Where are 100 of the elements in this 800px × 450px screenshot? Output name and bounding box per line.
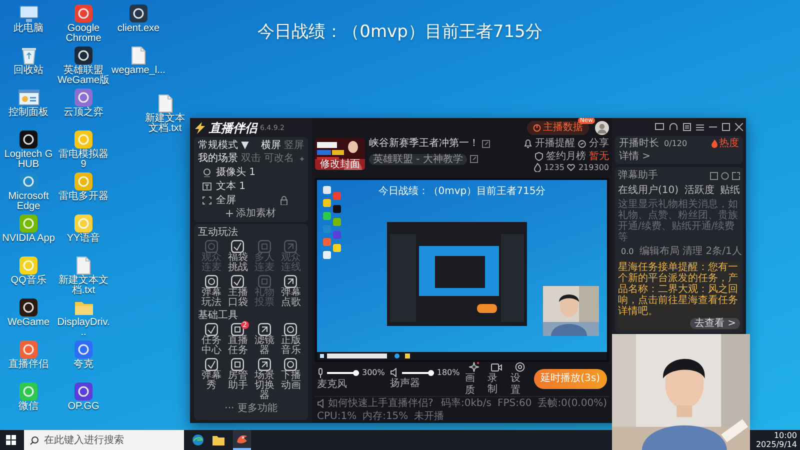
desktop-icon-label[interactable]: 雷电模拟器9 [56, 150, 111, 170]
app-icon [74, 4, 93, 23]
scene-tab[interactable]: 双击 [241, 153, 261, 164]
bird-icon[interactable] [236, 433, 248, 445]
desktop-icon-label[interactable]: 微信 [18, 402, 38, 412]
file-icon [76, 256, 91, 275]
square-icon [258, 240, 271, 253]
desktop-icon-label[interactable]: YY语音 [66, 234, 100, 244]
panel-tab[interactable]: 活跃度 [684, 184, 714, 196]
tool-button[interactable]: 房管助手 [224, 358, 251, 401]
note-icon[interactable] [683, 123, 691, 131]
plus-icon [226, 210, 233, 217]
desktop-icon-label[interactable]: QQ音乐 [10, 276, 46, 286]
tool-button[interactable]: 正版音乐 [278, 323, 304, 356]
edit-layout-button[interactable]: 编辑布局 [640, 246, 680, 258]
mode-dropdown[interactable]: 常规模式 ▼ [198, 140, 249, 151]
desktop-icon-label[interactable]: 此电脑 [14, 24, 44, 34]
toolbar-button[interactable]: 设置 [510, 362, 529, 396]
desktop-icon-label[interactable]: 云顶之弈 [64, 108, 104, 118]
speaker-icon [390, 368, 399, 378]
feature-button[interactable]: 弹幕点歌 [278, 275, 304, 308]
cover-label[interactable]: 修改封面 [315, 159, 365, 170]
feature-button[interactable]: 福袋挑战 [224, 240, 251, 273]
desktop-icon-label[interactable]: wegame_l... [112, 66, 166, 76]
heat-label: 热度 [719, 138, 739, 150]
app-icon [129, 4, 148, 23]
tool-button[interactable]: 场景切换器 [251, 358, 278, 401]
duration-value: 0/120 [664, 139, 688, 148]
square-icon [231, 240, 244, 253]
more-button[interactable]: ··· 更多功能 [198, 403, 304, 414]
desktop-icon-label[interactable]: client.exe [117, 24, 160, 34]
source-item[interactable]: 全屏 [216, 194, 236, 206]
avatar-icon[interactable] [595, 121, 609, 135]
toolbar-button[interactable]: 画质 [464, 362, 483, 396]
volume-reading: 180% [436, 368, 460, 378]
lock-icon[interactable] [280, 196, 288, 204]
desktop-icon-label[interactable]: 回收站 [14, 66, 44, 76]
app-icon [74, 340, 93, 359]
browser-icon[interactable] [192, 434, 204, 446]
desktop-icon-label[interactable]: Microsoft Edge [1, 192, 56, 212]
feature-button[interactable]: 弹幕玩法 [198, 275, 224, 308]
plus-icon[interactable] [300, 154, 304, 162]
volume-slider[interactable] [402, 372, 434, 374]
menu-icon[interactable] [696, 124, 704, 130]
volume-slider[interactable] [327, 372, 359, 374]
details-link[interactable]: 详情 > [619, 150, 651, 162]
view-button[interactable]: 去查看 > [690, 318, 740, 328]
toolbar-button[interactable]: 录制 [488, 362, 506, 396]
search-field[interactable]: 在此键入进行搜索 [24, 430, 184, 450]
remind-link[interactable]: 开播提醒 [535, 138, 575, 150]
panel-tab[interactable]: 在线用户(10) [618, 184, 679, 196]
scene-tab[interactable]: 可改名 [264, 153, 294, 164]
desktop-icon-label[interactable]: 新建文本文档.txt [141, 114, 189, 134]
edit-icon[interactable] [470, 155, 478, 164]
popout-icon[interactable] [732, 172, 740, 180]
desktop-icon-label[interactable]: 英雄联盟 WeGame版 [56, 66, 111, 86]
app-icon [19, 130, 38, 149]
microphone-icon [317, 368, 324, 378]
edit-icon[interactable] [482, 140, 490, 148]
tool-button[interactable]: 弹幕秀 [198, 358, 224, 401]
desktop-icon-label[interactable]: 直播伴侣 [8, 360, 48, 370]
desktop-icon-label[interactable]: Google Chrome [56, 24, 111, 44]
source-item[interactable]: 文本 1 [216, 180, 246, 192]
scene-tab[interactable]: 我的场景 [198, 153, 238, 164]
square-icon [284, 358, 298, 371]
desktop-icon-label[interactable]: 新建文本文档.txt [56, 276, 111, 296]
desktop-icon-label[interactable]: 雷电多开器 [58, 192, 108, 202]
desktop-icon-label[interactable]: NVIDIA App [2, 234, 55, 244]
desktop-icon-label[interactable]: WeGame [7, 318, 50, 328]
square-icon [231, 275, 244, 288]
task-message: 星海任务接单提醒：您有一个新的平台派发的任务，产品名称：二界大观：风之回响，点击前往星海查看任务详情吧。 [618, 262, 739, 316]
file-icon [158, 94, 172, 113]
add-source-button[interactable]: 添加素材 [226, 208, 276, 219]
tool-button[interactable]: 任务中心 [198, 323, 224, 356]
help-link[interactable]: 如何快速上手直播伴侣? [328, 398, 434, 410]
orientation-tab[interactable]: 横屏 [261, 140, 281, 151]
panel-tab[interactable]: 贴纸 [720, 184, 740, 196]
maximize-icon[interactable] [722, 123, 730, 131]
source-item[interactable]: 摄像头 1 [216, 166, 256, 178]
desktop-icon-label[interactable]: Logitech G HUB [1, 150, 56, 170]
start-icon[interactable] [6, 435, 16, 445]
rank-value: 暂无 [589, 150, 609, 162]
message-icon[interactable] [655, 123, 664, 131]
start-button[interactable]: 延时播放(3s) [534, 369, 607, 389]
tool-button[interactable]: 下播动画 [278, 358, 304, 401]
category-tag[interactable]: 英雄联盟 - 大神教学 [369, 154, 467, 165]
desktop-icon-label[interactable]: DisplayDriv... [56, 318, 111, 338]
shield-icon [535, 152, 543, 161]
desktop-icon-label[interactable]: OP.GG [68, 402, 100, 412]
headset-icon[interactable] [669, 123, 678, 131]
close-icon[interactable] [735, 123, 743, 131]
desktop-icon-label[interactable]: 控制面板 [8, 108, 48, 118]
share-link[interactable]: 分享 [589, 138, 609, 150]
tool-button[interactable]: 滤镜器 [251, 323, 278, 356]
orientation-tab[interactable]: 竖屏 [284, 140, 304, 151]
folder-icon[interactable] [212, 434, 225, 446]
desktop-icon-label[interactable]: 夸克 [74, 360, 94, 370]
clear-button[interactable]: 清理 [682, 246, 703, 258]
feature-button[interactable]: 主播口袋 [224, 275, 251, 308]
gift-score: 0.0 [621, 247, 634, 256]
